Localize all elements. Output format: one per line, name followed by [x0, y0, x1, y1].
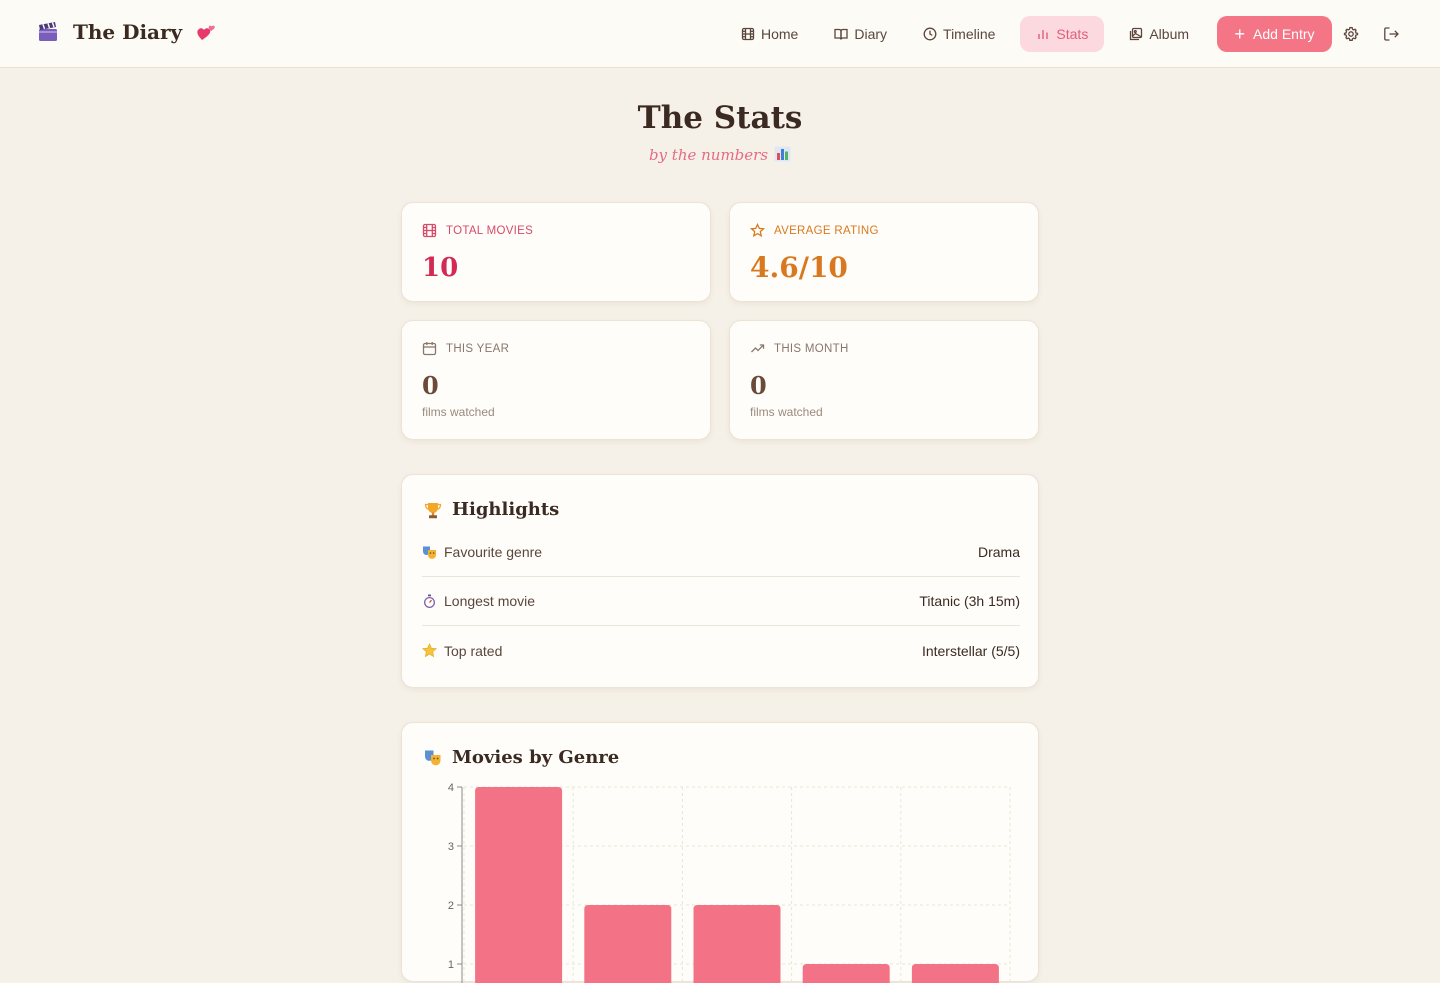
- y-tick-label: 3: [448, 841, 454, 853]
- film-icon: [422, 223, 437, 238]
- album-icon: [1130, 27, 1143, 41]
- genre-bar[interactable]: [584, 905, 672, 983]
- calendar-icon: [422, 342, 437, 356]
- stat-card-average-rating: AVERAGE RATING 4.6/10: [729, 202, 1039, 302]
- stat-head-total: TOTAL MOVIES: [422, 223, 533, 238]
- stat-label-rating: AVERAGE RATING: [774, 224, 879, 237]
- stat-value-year: 0: [422, 371, 439, 400]
- add-entry-label: Add Entry: [1253, 26, 1315, 42]
- page-title: The Stats: [637, 100, 803, 136]
- highlight-label-genre: Favourite genre: [444, 544, 543, 560]
- highlight-label-longest-wrap: Longest movie: [422, 593, 535, 609]
- genre-bar[interactable]: [475, 787, 563, 983]
- nav-diary-label: Diary: [854, 26, 888, 42]
- stat-value-total: 10: [422, 253, 459, 283]
- theater-masks-icon: [423, 546, 436, 559]
- nav-album[interactable]: Album: [1118, 16, 1200, 52]
- stopwatch-icon: [424, 594, 435, 608]
- stat-value-rating: 4.6/10: [750, 251, 848, 284]
- clapperboard-icon: [39, 22, 57, 41]
- highlight-value-genre: Drama: [977, 544, 1020, 560]
- genre-bar-chart: 1 2 3 4: [448, 782, 1011, 983]
- stat-card-this-month: THIS MONTH 0 films watched: [729, 320, 1039, 440]
- stat-label-month: THIS MONTH: [774, 342, 849, 355]
- page-subtitle: by the numbers: [0, 146, 1440, 164]
- genre-bar[interactable]: [693, 905, 781, 983]
- book-icon: [834, 28, 849, 40]
- add-entry-button[interactable]: + Add Entry: [1217, 16, 1332, 52]
- nav-home-label: Home: [761, 26, 799, 42]
- stat-label-total: TOTAL MOVIES: [446, 224, 534, 237]
- main-nav: Home Diary Timeline Stats Album: [730, 16, 1214, 52]
- stat-card-this-year: THIS YEAR 0 films watched: [401, 320, 711, 440]
- stat-label-year: THIS YEAR: [446, 342, 510, 355]
- highlight-row-longest: Longest movie Titanic (3h 15m): [422, 577, 1020, 626]
- stat-head-year: THIS YEAR: [422, 341, 509, 356]
- top-header: The Diary Home Diary Timeline Stats Albu…: [0, 0, 1440, 68]
- highlight-label-top-rated-wrap: Top rated: [422, 643, 502, 659]
- stat-card-total-movies: TOTAL MOVIES 10: [401, 202, 711, 302]
- highlight-value-longest: Titanic (3h 15m): [919, 593, 1020, 609]
- y-tick-label: 2: [448, 900, 454, 912]
- nav-stats-label: Stats: [1056, 26, 1089, 42]
- trending-up-icon: [751, 344, 765, 353]
- genre-bar[interactable]: [911, 964, 999, 983]
- star-icon: [750, 223, 765, 238]
- nav-timeline[interactable]: Timeline: [912, 16, 1006, 52]
- highlight-label-genre-wrap: Favourite genre: [422, 544, 542, 560]
- highlights-card: Highlights Favourite genre Drama Longest…: [401, 474, 1039, 688]
- brand[interactable]: The Diary: [37, 20, 216, 44]
- highlight-row-top-rated: Top rated Interstellar (5/5): [422, 626, 1020, 675]
- chart-emoji-icon: [774, 146, 791, 162]
- nav-diary[interactable]: Diary: [823, 16, 898, 52]
- y-tick-label: 1: [448, 959, 454, 971]
- highlights-title-text: Highlights: [452, 499, 560, 520]
- two-hearts-icon: [197, 25, 215, 40]
- brand-title: The Diary: [73, 20, 183, 44]
- trophy-icon: [424, 502, 442, 518]
- gear-icon[interactable]: [1343, 26, 1359, 42]
- page-subtitle-text: by the numbers: [648, 146, 769, 164]
- stat-sub-year: films watched: [422, 405, 495, 419]
- highlight-label-top-rated: Top rated: [444, 642, 503, 659]
- clock-icon: [923, 27, 937, 41]
- highlights-title: Highlights: [424, 499, 559, 520]
- stat-value-month: 0: [750, 371, 767, 400]
- star-icon: [422, 643, 437, 658]
- nav-home[interactable]: Home: [730, 16, 809, 52]
- highlight-label-longest: Longest movie: [444, 593, 536, 609]
- highlight-row-genre: Favourite genre Drama: [422, 528, 1020, 577]
- plus-icon: +: [1234, 24, 1246, 44]
- y-tick-label: 4: [448, 782, 454, 794]
- stat-head-month: THIS MONTH: [750, 341, 849, 356]
- nav-album-label: Album: [1149, 26, 1190, 42]
- bar-chart-icon: [1038, 30, 1049, 39]
- genre-bar[interactable]: [802, 964, 890, 983]
- nav-stats[interactable]: Stats: [1020, 16, 1105, 52]
- stat-head-rating: AVERAGE RATING: [750, 223, 879, 238]
- film-icon: [741, 27, 755, 41]
- nav-timeline-label: Timeline: [943, 26, 996, 42]
- stat-sub-month: films watched: [750, 405, 823, 419]
- logout-icon[interactable]: [1383, 26, 1400, 42]
- genre-chart-card: Movies by Genre 1234: [401, 722, 1039, 983]
- highlight-value-top-rated: Interstellar (5/5): [921, 642, 1020, 659]
